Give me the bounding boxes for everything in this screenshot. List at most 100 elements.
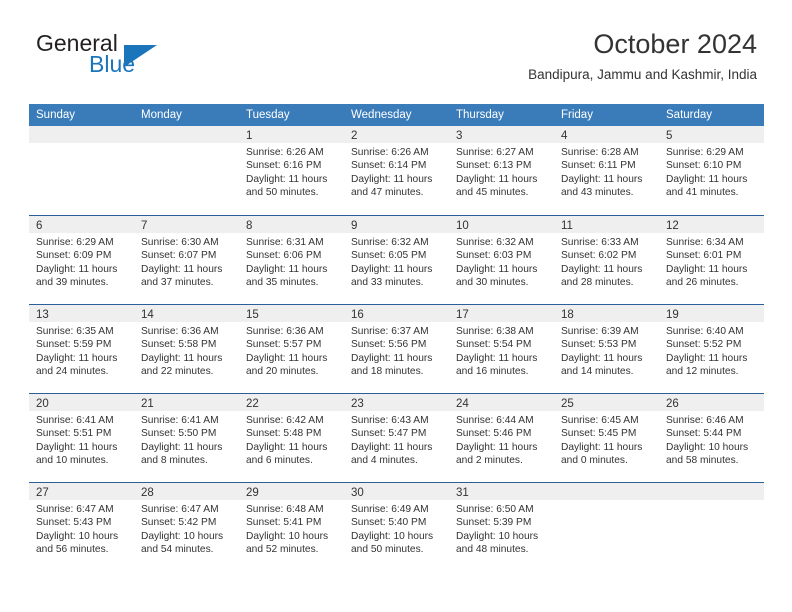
daylight-text-line2: and 50 minutes.: [246, 187, 319, 199]
day-cell[interactable]: 6 Sunrise: 6:29 AM Sunset: 6:09 PM Dayli…: [29, 216, 134, 304]
daylight-text-line2: and 12 minutes.: [666, 366, 739, 378]
general-blue-logo[interactable]: General Blue: [29, 30, 259, 90]
weekday-header-monday: Monday: [141, 109, 182, 121]
day-cell[interactable]: 18 Sunrise: 6:39 AM Sunset: 5:53 PM Dayl…: [554, 305, 659, 393]
week-row: 6 Sunrise: 6:29 AM Sunset: 6:09 PM Dayli…: [29, 215, 764, 304]
day-cell[interactable]: 8 Sunrise: 6:31 AM Sunset: 6:06 PM Dayli…: [239, 216, 344, 304]
day-details: Sunrise: 6:34 AM Sunset: 6:01 PM Dayligh…: [659, 233, 764, 290]
day-cell[interactable]: 1 Sunrise: 6:26 AM Sunset: 6:16 PM Dayli…: [239, 126, 344, 215]
day-details: Sunrise: 6:38 AM Sunset: 5:54 PM Dayligh…: [449, 322, 554, 379]
day-cell[interactable]: 10 Sunrise: 6:32 AM Sunset: 6:03 PM Dayl…: [449, 216, 554, 304]
weekday-header-wednesday: Wednesday: [351, 109, 412, 121]
daylight-text-line1: Daylight: 11 hours: [351, 173, 433, 185]
day-cell[interactable]: 13 Sunrise: 6:35 AM Sunset: 5:59 PM Dayl…: [29, 305, 134, 393]
day-details: Sunrise: 6:26 AM Sunset: 6:16 PM Dayligh…: [239, 143, 344, 200]
day-details: Sunrise: 6:42 AM Sunset: 5:48 PM Dayligh…: [239, 411, 344, 468]
sunrise-text: Sunrise: 6:31 AM: [246, 237, 324, 248]
day-cell[interactable]: 4 Sunrise: 6:28 AM Sunset: 6:11 PM Dayli…: [554, 126, 659, 215]
daylight-text-line2: and 20 minutes.: [246, 366, 319, 378]
day-cell[interactable]: 15 Sunrise: 6:36 AM Sunset: 5:57 PM Dayl…: [239, 305, 344, 393]
day-cell[interactable]: [659, 483, 764, 571]
day-number-band: 1: [239, 126, 344, 143]
sunrise-text: Sunrise: 6:35 AM: [36, 326, 114, 337]
day-details: Sunrise: 6:40 AM Sunset: 5:52 PM Dayligh…: [659, 322, 764, 379]
week-row: 20 Sunrise: 6:41 AM Sunset: 5:51 PM Dayl…: [29, 393, 764, 482]
sunset-text: Sunset: 5:43 PM: [36, 517, 112, 529]
day-cell[interactable]: 22 Sunrise: 6:42 AM Sunset: 5:48 PM Dayl…: [239, 394, 344, 482]
daylight-text-line1: Daylight: 11 hours: [351, 441, 433, 453]
day-details: Sunrise: 6:36 AM Sunset: 5:58 PM Dayligh…: [134, 322, 239, 379]
day-number: 13: [36, 309, 49, 321]
day-number: 23: [351, 398, 364, 410]
sunrise-text: Sunrise: 6:50 AM: [456, 504, 534, 515]
sunrise-text: Sunrise: 6:42 AM: [246, 415, 324, 426]
day-cell[interactable]: 5 Sunrise: 6:29 AM Sunset: 6:10 PM Dayli…: [659, 126, 764, 215]
day-cell[interactable]: 27 Sunrise: 6:47 AM Sunset: 5:43 PM Dayl…: [29, 483, 134, 571]
day-number: 18: [561, 309, 574, 321]
sunrise-text: Sunrise: 6:32 AM: [351, 237, 429, 248]
day-cell[interactable]: 24 Sunrise: 6:44 AM Sunset: 5:46 PM Dayl…: [449, 394, 554, 482]
daylight-text-line1: Daylight: 11 hours: [246, 263, 328, 275]
daylight-text-line2: and 26 minutes.: [666, 277, 739, 289]
day-details: Sunrise: 6:39 AM Sunset: 5:53 PM Dayligh…: [554, 322, 659, 379]
sunrise-text: Sunrise: 6:37 AM: [351, 326, 429, 337]
daylight-text-line2: and 45 minutes.: [456, 187, 529, 199]
sunrise-text: Sunrise: 6:26 AM: [351, 147, 429, 158]
day-number-band: 3: [449, 126, 554, 143]
sunset-text: Sunset: 5:51 PM: [36, 428, 112, 440]
day-cell[interactable]: 2 Sunrise: 6:26 AM Sunset: 6:14 PM Dayli…: [344, 126, 449, 215]
daylight-text-line2: and 33 minutes.: [351, 277, 424, 289]
day-number: 8: [246, 220, 253, 232]
daylight-text-line1: Daylight: 11 hours: [246, 173, 328, 185]
day-cell[interactable]: 28 Sunrise: 6:47 AM Sunset: 5:42 PM Dayl…: [134, 483, 239, 571]
sunset-text: Sunset: 6:05 PM: [351, 250, 427, 262]
day-details: Sunrise: 6:30 AM Sunset: 6:07 PM Dayligh…: [134, 233, 239, 290]
day-details: Sunrise: 6:46 AM Sunset: 5:44 PM Dayligh…: [659, 411, 764, 468]
day-cell[interactable]: [29, 126, 134, 215]
sunset-text: Sunset: 5:54 PM: [456, 339, 532, 351]
day-cell[interactable]: 17 Sunrise: 6:38 AM Sunset: 5:54 PM Dayl…: [449, 305, 554, 393]
day-number-band: 27: [29, 483, 134, 500]
day-cell[interactable]: 25 Sunrise: 6:45 AM Sunset: 5:45 PM Dayl…: [554, 394, 659, 482]
day-cell[interactable]: 30 Sunrise: 6:49 AM Sunset: 5:40 PM Dayl…: [344, 483, 449, 571]
day-cell[interactable]: [134, 126, 239, 215]
day-number-band: 13: [29, 305, 134, 322]
day-cell[interactable]: 20 Sunrise: 6:41 AM Sunset: 5:51 PM Dayl…: [29, 394, 134, 482]
day-cell[interactable]: 11 Sunrise: 6:33 AM Sunset: 6:02 PM Dayl…: [554, 216, 659, 304]
day-cell[interactable]: 26 Sunrise: 6:46 AM Sunset: 5:44 PM Dayl…: [659, 394, 764, 482]
day-details: Sunrise: 6:32 AM Sunset: 6:03 PM Dayligh…: [449, 233, 554, 290]
day-cell[interactable]: 31 Sunrise: 6:50 AM Sunset: 5:39 PM Dayl…: [449, 483, 554, 571]
day-cell[interactable]: 16 Sunrise: 6:37 AM Sunset: 5:56 PM Dayl…: [344, 305, 449, 393]
day-cell[interactable]: 14 Sunrise: 6:36 AM Sunset: 5:58 PM Dayl…: [134, 305, 239, 393]
daylight-text-line1: Daylight: 11 hours: [141, 263, 223, 275]
day-number-band: 29: [239, 483, 344, 500]
day-cell[interactable]: 9 Sunrise: 6:32 AM Sunset: 6:05 PM Dayli…: [344, 216, 449, 304]
sunset-text: Sunset: 5:59 PM: [36, 339, 112, 351]
day-cell[interactable]: 21 Sunrise: 6:41 AM Sunset: 5:50 PM Dayl…: [134, 394, 239, 482]
sunrise-text: Sunrise: 6:39 AM: [561, 326, 639, 337]
day-number-band: 10: [449, 216, 554, 233]
daylight-text-line2: and 37 minutes.: [141, 277, 214, 289]
day-cell[interactable]: 7 Sunrise: 6:30 AM Sunset: 6:07 PM Dayli…: [134, 216, 239, 304]
day-number-band: 9: [344, 216, 449, 233]
day-number-band: [134, 126, 239, 143]
sunset-text: Sunset: 5:44 PM: [666, 428, 742, 440]
day-cell[interactable]: 29 Sunrise: 6:48 AM Sunset: 5:41 PM Dayl…: [239, 483, 344, 571]
day-number: 17: [456, 309, 469, 321]
day-cell[interactable]: 12 Sunrise: 6:34 AM Sunset: 6:01 PM Dayl…: [659, 216, 764, 304]
day-number-band: 7: [134, 216, 239, 233]
day-details: Sunrise: 6:29 AM Sunset: 6:09 PM Dayligh…: [29, 233, 134, 290]
day-number-band: 25: [554, 394, 659, 411]
day-number: 24: [456, 398, 469, 410]
day-cell[interactable]: 3 Sunrise: 6:27 AM Sunset: 6:13 PM Dayli…: [449, 126, 554, 215]
day-cell[interactable]: [554, 483, 659, 571]
daylight-text-line2: and 0 minutes.: [561, 455, 628, 467]
day-cell[interactable]: 19 Sunrise: 6:40 AM Sunset: 5:52 PM Dayl…: [659, 305, 764, 393]
day-cell[interactable]: 23 Sunrise: 6:43 AM Sunset: 5:47 PM Dayl…: [344, 394, 449, 482]
week-row: 27 Sunrise: 6:47 AM Sunset: 5:43 PM Dayl…: [29, 482, 764, 571]
sunrise-text: Sunrise: 6:47 AM: [141, 504, 219, 515]
day-number: 22: [246, 398, 259, 410]
sunset-text: Sunset: 5:45 PM: [561, 428, 637, 440]
sunrise-text: Sunrise: 6:34 AM: [666, 237, 744, 248]
daylight-text-line1: Daylight: 11 hours: [456, 173, 538, 185]
